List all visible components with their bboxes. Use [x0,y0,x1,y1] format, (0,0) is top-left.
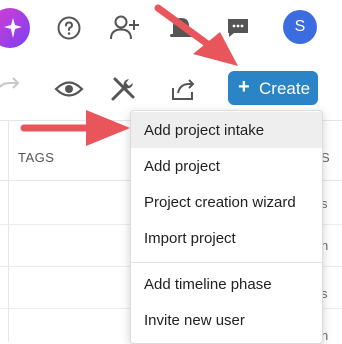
arrow-to-menu-item-icon [20,110,130,146]
arrow-to-create-icon [154,4,238,66]
annotation-arrows [20,4,238,146]
